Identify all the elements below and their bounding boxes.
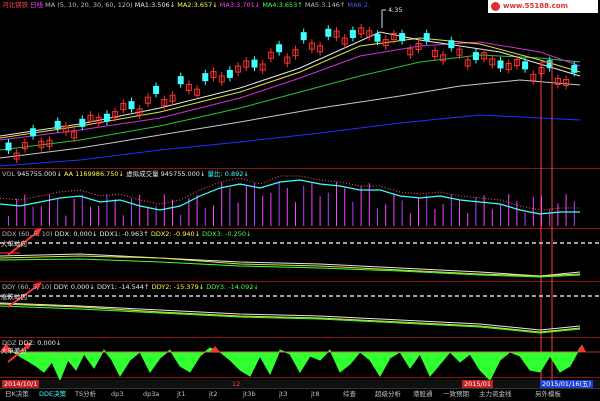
vol-avg-line (0, 179, 580, 215)
candle-body (276, 44, 283, 53)
tab-6[interactable]: jt2 (206, 389, 221, 399)
vol-tag: 虚拟成交量 (126, 170, 159, 178)
vol-header: VOL 945755.000↓ AA 1169986.750↓ 虚拟成交量 94… (2, 170, 249, 179)
ddz-side-label: 大单差分 (1, 347, 27, 355)
tab-14[interactable]: 主力资金线 (476, 389, 515, 399)
candle-body (128, 101, 135, 110)
candle-body (226, 69, 233, 78)
candle-body (497, 60, 504, 69)
ma5-line (0, 79, 581, 159)
tab-2[interactable]: TS分析 (72, 389, 99, 399)
ddy3-value: DDY3: -14.092↓ (206, 283, 259, 291)
ddy-line-3 (0, 305, 581, 334)
candle-body (202, 73, 209, 82)
candle-body (79, 118, 86, 127)
candle-body (5, 142, 12, 151)
ddy-value: DDY: 0.000↓ (53, 283, 95, 291)
candle-body (349, 29, 356, 38)
ddz-value: DDZ: 0.000↓ (18, 339, 62, 347)
volume-bars (8, 182, 575, 226)
ddx-title: DDX (60, 5, 10) (2, 230, 53, 238)
ddx3-value: DDX3: -0.250↓ (202, 230, 252, 238)
candle-body (374, 33, 381, 42)
tab-0[interactable]: 日K决策 (2, 389, 32, 399)
ddx1-value: DDX1: -0.963↑ (99, 230, 149, 238)
ddz-peak-2 (578, 344, 586, 352)
ddy-title: DDY (60, 5, 10) (2, 283, 52, 291)
candles (5, 23, 578, 164)
vol-aa-label: AA (63, 170, 74, 178)
tab-3[interactable]: dp3 (108, 389, 126, 399)
candle-body (103, 113, 110, 122)
candle-body (399, 33, 406, 42)
tab-11[interactable]: 超级分析 (372, 389, 404, 399)
candle-body (448, 40, 455, 49)
ddy-header: DDY (60, 5, 10) DDY: 0.000↓ DDY1: -14.54… (2, 283, 259, 292)
candle-body (30, 128, 37, 137)
vol-tag-value: 945755.000↓ (160, 170, 206, 178)
tab-9[interactable]: jt8 (308, 389, 323, 399)
tab-13[interactable]: 一致预期 (440, 389, 472, 399)
vol-value: 945755.000↓ (17, 170, 62, 178)
ddx-value: DDX: 0.000↓ (54, 230, 98, 238)
tab-5[interactable]: jt1 (174, 389, 189, 399)
tab-12[interactable]: 港股通 (410, 389, 436, 399)
candle-body (153, 85, 160, 94)
candle-body (300, 32, 307, 41)
candle-body (571, 64, 578, 73)
vol-ratio-value: 0.892↓ (224, 170, 249, 178)
vol-title: VOL (2, 170, 16, 178)
candle-body (522, 61, 529, 70)
template-tab-bar: 日K决策 DDE决策 TS分析 dp3 dp3a jt1 jt2 jt3b jt… (0, 388, 600, 401)
chart-canvas (0, 9, 600, 388)
ma4-line (0, 54, 581, 151)
tab-8[interactable]: jt3 (276, 389, 291, 399)
ddy2-value: DDY2: -15.379↓ (151, 283, 205, 291)
ddz-area (0, 346, 581, 382)
ddx2-value: DDX2: -0.940↓ (150, 230, 201, 238)
ddy-side-label: 涨跌动因 (1, 293, 27, 301)
candle-body (423, 33, 430, 42)
candle-body (325, 28, 332, 37)
ddy1-value: DDY1: -14.544↑ (96, 283, 150, 291)
vol-aa-value: 1169986.750↓ (75, 170, 124, 178)
candle-body (177, 76, 184, 85)
ddx-header: DDX (60, 5, 10) DDX: 0.000↓ DDX1: -0.963… (2, 230, 251, 239)
candle-body (472, 52, 479, 61)
ddx-side-label: 大单动向 (1, 240, 27, 248)
candle-body (251, 59, 258, 68)
ddz-title: DDZ (2, 339, 17, 347)
tab-15[interactable]: 另外模板 (532, 389, 564, 399)
tab-4[interactable]: dp3a (140, 389, 162, 399)
tab-1[interactable]: DDE决策 (36, 389, 69, 399)
tab-10[interactable]: 综查 (340, 389, 359, 399)
vol-ratio-label: 量比: (207, 170, 223, 178)
tab-7[interactable]: jt3b (240, 389, 259, 399)
candle-body (54, 120, 61, 129)
